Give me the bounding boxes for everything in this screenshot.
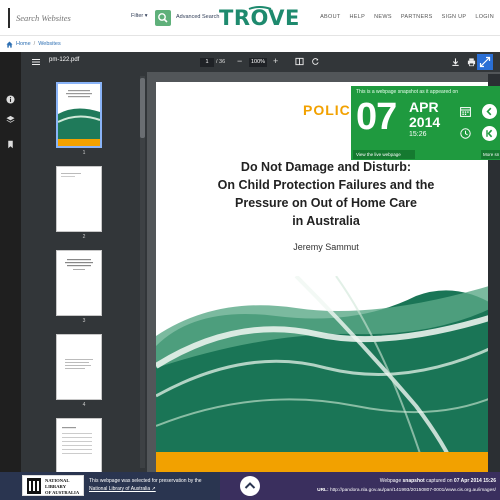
nav-news[interactable]: NEWS [374,14,392,20]
thumbnail-text-page [65,359,93,369]
main-nav: ABOUT HELP NEWS PARTNERS SIGN UP LOGIN [320,14,494,20]
capture-mid: captured on [424,478,454,484]
snapshot-panel: This is a webpage snapshot as it appeare… [351,86,500,160]
search-input[interactable] [16,10,134,26]
breadcrumb: Home / Websites [6,39,61,49]
thumbnail-number: 1 [82,150,86,156]
snapshot-time: 15:26 [409,131,427,138]
earliest-snapshot-button[interactable] [482,126,497,141]
more-snapshots-link[interactable]: More sn [481,150,500,159]
footer-right: Webpage snapshot captured on 07 Apr 2014… [220,472,500,500]
left-rail [0,52,21,472]
footer: NATIONAL LIBRARY OF AUSTRALIA This webpa… [0,472,500,500]
chevron-left-icon [486,107,492,116]
nav-login[interactable]: LOGIN [475,14,494,20]
nla-emblem-icon [27,478,41,494]
thumbnail-number: 3 [82,318,86,324]
capture-url: URL: http://pandora.nla.gov.au/pan/14199… [317,488,496,493]
pdf-toolbar: pm-122.pdf 1 / 36 − 100% + [21,52,500,72]
snapshot-caption: This is a webpage snapshot as it appeare… [356,89,459,95]
top-bar: Filter ▾ Advanced Search TROVE ABOUT HEL… [0,0,500,36]
footer-preservation-text: This webpage was selected for preservati… [89,477,217,493]
thumbnail-number: 2 [82,234,86,240]
page-author: Jeremy Sammut [293,242,359,252]
thumbnail-page-4[interactable] [56,334,102,400]
nav-about[interactable]: ABOUT [320,14,340,20]
nla-logo-line: LIBRARY [45,484,67,489]
capture-info: Webpage snapshot captured on 07 Apr 2014… [380,478,496,484]
search-icon [158,13,168,23]
filter-button[interactable]: Filter ▾ [131,13,148,19]
home-icon [6,40,13,48]
thumbnail-contents-page [62,427,92,454]
page-title-line: in Australia [292,214,360,228]
thumbnail-page-1[interactable] [56,82,102,148]
print-icon[interactable] [467,57,476,67]
footer-left: NATIONAL LIBRARY OF AUSTRALIA This webpa… [0,472,220,500]
capture-date: 07 Apr 2014 15:26 [453,478,496,484]
snapshot-month: APR [409,99,439,115]
chevron-up-icon [244,482,256,489]
nla-logo[interactable]: NATIONAL LIBRARY OF AUSTRALIA [22,475,84,496]
capture-prefix: Webpage [379,478,403,484]
zoom-out-button[interactable]: − [237,56,242,66]
thumbnail-page-5[interactable] [56,418,102,472]
search-button[interactable] [155,10,171,26]
capture-bold: snapshot [402,478,425,484]
bookmark-icon[interactable] [6,140,15,149]
thumbnail-page-3[interactable] [56,250,102,316]
scroll-up-button[interactable] [240,476,260,496]
calendar-icon[interactable] [460,106,471,117]
page-title-line: On Child Protection Failures and the [217,178,435,192]
menu-icon[interactable] [31,57,41,67]
preservation-text: This webpage was selected for preservati… [89,478,202,484]
snapshot-year: 2014 [409,114,441,130]
url-label: URL: [317,488,329,493]
thumbnail-page-2[interactable] [56,166,102,232]
thumbnail-title-page [65,259,93,270]
page-number-input[interactable]: 1 [200,58,214,67]
breadcrumb-websites[interactable]: Websites [38,41,61,47]
page-total: / 36 [216,59,226,65]
trove-logo[interactable]: TROVE [219,6,299,30]
nla-logo-line: NATIONAL [45,478,70,483]
advanced-search-link[interactable]: Advanced Search [176,14,219,20]
nla-logo-line: OF AUSTRALIA [45,490,80,495]
layers-icon[interactable] [6,115,15,124]
fit-page-icon[interactable] [295,57,304,66]
zoom-in-button[interactable]: + [273,56,278,66]
page-title-line: Pressure on Out of Home Care [235,196,417,210]
rotate-icon[interactable] [311,57,320,66]
first-page-icon [486,129,493,138]
breadcrumb-separator: / [33,41,36,47]
cover-artwork [156,276,496,472]
clock-icon[interactable] [460,128,471,139]
thumbnail-cover-image [57,84,101,146]
previous-snapshot-button[interactable] [482,104,497,119]
url-value[interactable]: http://pandora.nla.gov.au/pan/141993/201… [330,488,496,493]
nla-link[interactable]: National Library of Australia ↗ [89,486,156,492]
thumbnail-number: 4 [82,402,86,408]
thumbnail-text-page [61,173,81,177]
zoom-input[interactable]: 100% [249,58,267,67]
expand-icon [479,56,491,68]
breadcrumb-home[interactable]: Home [16,41,31,47]
nav-partners[interactable]: PARTNERS [401,14,433,20]
nav-help[interactable]: HELP [350,14,366,20]
snapshot-day: 07 [356,96,397,138]
logo-swoosh-icon [248,6,272,10]
page-title-line: Do Not Damage and Disturb: [240,160,412,174]
nav-sign-up[interactable]: SIGN UP [442,14,467,20]
expand-button[interactable] [477,54,493,70]
info-icon[interactable] [6,95,15,104]
view-live-webpage-link[interactable]: View the live webpage [353,150,415,159]
pdf-file-name: pm-122.pdf [49,57,80,63]
thumbnail-scrollbar-thumb[interactable] [140,78,145,138]
thumbnail-panel: 1 2 3 4 [21,72,147,472]
download-icon[interactable] [451,57,460,67]
